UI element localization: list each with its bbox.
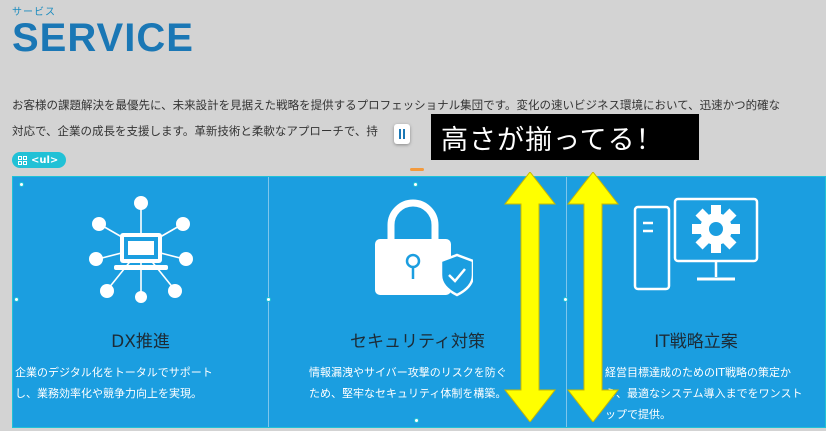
selection-handle[interactable]	[414, 418, 419, 423]
card-description: 経営目標達成のためのIT戦略の策定か ら、最適なシステム導入までをワンスト ップ…	[605, 362, 817, 425]
resize-handle[interactable]	[410, 168, 424, 171]
ul-element-badge[interactable]: <ul>	[12, 152, 67, 168]
selection-handle[interactable]	[19, 182, 24, 187]
computer-gear-icon	[633, 197, 759, 291]
pause-button[interactable]	[394, 124, 410, 144]
double-arrow-icon	[566, 172, 620, 422]
selection-handle[interactable]	[266, 297, 271, 302]
card-title: DX推進	[111, 332, 170, 352]
selection-handle[interactable]	[14, 297, 19, 302]
network-laptop-icon	[88, 196, 193, 303]
card-description: 企業のデジタル化をトータルでサポート し、業務効率化や競争力向上を実現。	[15, 362, 254, 404]
card-desc-line: 経営目標達成のためのIT戦略の策定か	[605, 366, 791, 379]
double-arrow-icon	[503, 172, 557, 422]
selection-handle[interactable]	[413, 182, 418, 187]
service-card-dx[interactable]: DX推進 企業のデジタル化をトータルでサポート し、業務効率化や競争力向上を実現…	[13, 177, 269, 427]
annotation-label: 高さが揃ってる！	[431, 114, 699, 160]
card-desc-line: ら、最適なシステム導入までをワンスト	[605, 387, 803, 400]
card-desc-line: ップで提供。	[605, 408, 671, 421]
ul-badge-label: <ul>	[31, 154, 59, 166]
section-title: SERVICE	[12, 16, 194, 60]
service-card-list: DX推進 企業のデジタル化をトータルでサポート し、業務効率化や競争力向上を実現…	[12, 176, 826, 428]
grid-icon	[18, 155, 27, 165]
card-desc-line: し、業務効率化や競争力向上を実現。	[15, 387, 202, 400]
padlock-shield-icon	[374, 199, 473, 297]
card-desc-line: 企業のデジタル化をトータルでサポート	[15, 366, 213, 379]
pause-icon	[399, 129, 405, 139]
